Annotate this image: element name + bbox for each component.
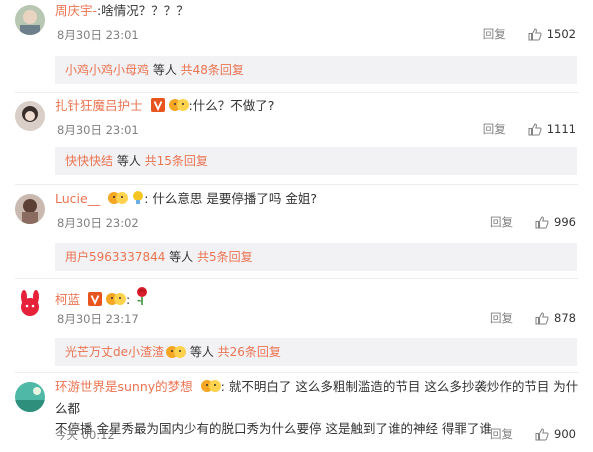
- verified-v-icon: [150, 98, 165, 117]
- like-count: 900: [554, 427, 576, 441]
- comment-time: 8月30日 23:01: [57, 123, 139, 137]
- comment-text-cont: 不停播 金星秀最为国内少有的脱口秀为什么要停 这是触到了谁的神经 得罪了谁: [55, 421, 492, 436]
- sub-replies: 小鸡小鸡小母鸡 等人 共48条回复: [55, 56, 577, 84]
- comment-time: 8月30日 23:01: [57, 28, 139, 42]
- like-button[interactable]: 1111: [528, 122, 576, 136]
- vip-badge-icon: [166, 341, 187, 369]
- lightbulb-badge-icon: [132, 191, 144, 210]
- vip-badge-icon: [108, 191, 129, 210]
- username[interactable]: 扎针狂魔吕护士: [55, 98, 143, 113]
- divider: [15, 184, 578, 185]
- avatar[interactable]: [15, 382, 45, 412]
- sub-replies: 快快快结 等人 共15条回复: [55, 147, 577, 175]
- reply-button[interactable]: 回复: [483, 26, 506, 42]
- like-button[interactable]: 900: [535, 427, 576, 441]
- sub-replier[interactable]: 小鸡小鸡小母鸡: [65, 63, 149, 77]
- comment-text: 什么？不做了?: [192, 98, 275, 113]
- like-count: 1502: [546, 27, 576, 41]
- comment-text: 什么意思 是要停播了吗 金姐?: [152, 191, 317, 206]
- divider: [15, 278, 578, 279]
- like-button[interactable]: 878: [535, 311, 576, 325]
- like-button[interactable]: 1502: [528, 27, 576, 41]
- like-thumb-icon: [535, 215, 549, 228]
- avatar[interactable]: [15, 194, 45, 224]
- like-count: 878: [554, 311, 576, 325]
- like-thumb-icon: [535, 427, 549, 440]
- sub-reply-count[interactable]: 共15条回复: [145, 154, 208, 168]
- like-button[interactable]: 996: [535, 215, 576, 229]
- comment-actions: 回复 878: [490, 310, 576, 326]
- like-count: 1111: [546, 122, 576, 136]
- sub-replier[interactable]: 光芒万丈de小渣渣: [65, 345, 164, 359]
- sub-reply-count[interactable]: 共48条回复: [181, 63, 244, 77]
- verified-v-icon: [88, 292, 102, 311]
- sub-replies: 用户5963337844 等人 共5条回复: [55, 243, 577, 271]
- comment-line: 周庆宇-:啥情况？？？？: [55, 3, 189, 18]
- like-thumb-icon: [528, 27, 542, 40]
- like-thumb-icon: [535, 311, 549, 324]
- sub-replier[interactable]: 用户5963337844: [65, 250, 165, 264]
- comment-line: 柯蓝 :: [55, 286, 150, 311]
- username[interactable]: Lucie__: [55, 191, 100, 206]
- comment-actions: 回复 1111: [483, 121, 576, 137]
- like-count: 996: [554, 215, 576, 229]
- reply-button[interactable]: 回复: [483, 121, 506, 137]
- divider: [15, 92, 578, 93]
- sub-reply-count[interactable]: 共26条回复: [218, 345, 281, 359]
- comment-time: 今天 00:12: [55, 428, 115, 442]
- sub-replies: 光芒万丈de小渣渣 等人 共26条回复: [55, 338, 577, 366]
- avatar[interactable]: [15, 5, 45, 35]
- comment-line: Lucie__ : 什么意思 是要停播了吗 金姐?: [55, 190, 317, 210]
- comment-actions: 回复 996: [490, 214, 576, 230]
- sub-replier[interactable]: 快快快结: [65, 154, 113, 168]
- comment-text: 啥情况？？？？: [101, 3, 189, 18]
- reply-button[interactable]: 回复: [490, 214, 513, 230]
- username[interactable]: 柯蓝: [55, 292, 80, 307]
- like-thumb-icon: [528, 122, 542, 135]
- divider: [15, 372, 578, 373]
- vip-badge-icon: [106, 292, 126, 311]
- comment-time: 8月30日 23:17: [57, 312, 139, 326]
- vip-badge-icon: [168, 98, 189, 117]
- rose-icon: [134, 286, 150, 311]
- comment-actions: 回复 900: [490, 426, 576, 442]
- avatar[interactable]: [15, 288, 45, 318]
- username[interactable]: 环游世界是sunny的梦想: [55, 379, 193, 394]
- sub-reply-count[interactable]: 共5条回复: [197, 250, 253, 264]
- avatar[interactable]: [15, 101, 45, 131]
- reply-button[interactable]: 回复: [490, 310, 513, 326]
- vip-badge-icon: [200, 379, 221, 399]
- comment-time: 8月30日 23:02: [57, 216, 139, 230]
- comment-line: 扎针狂魔吕护士 :什么？不做了?: [55, 97, 274, 117]
- comment-actions: 回复 1502: [483, 26, 576, 42]
- reply-button[interactable]: 回复: [490, 426, 513, 442]
- username[interactable]: 周庆宇-: [55, 3, 97, 18]
